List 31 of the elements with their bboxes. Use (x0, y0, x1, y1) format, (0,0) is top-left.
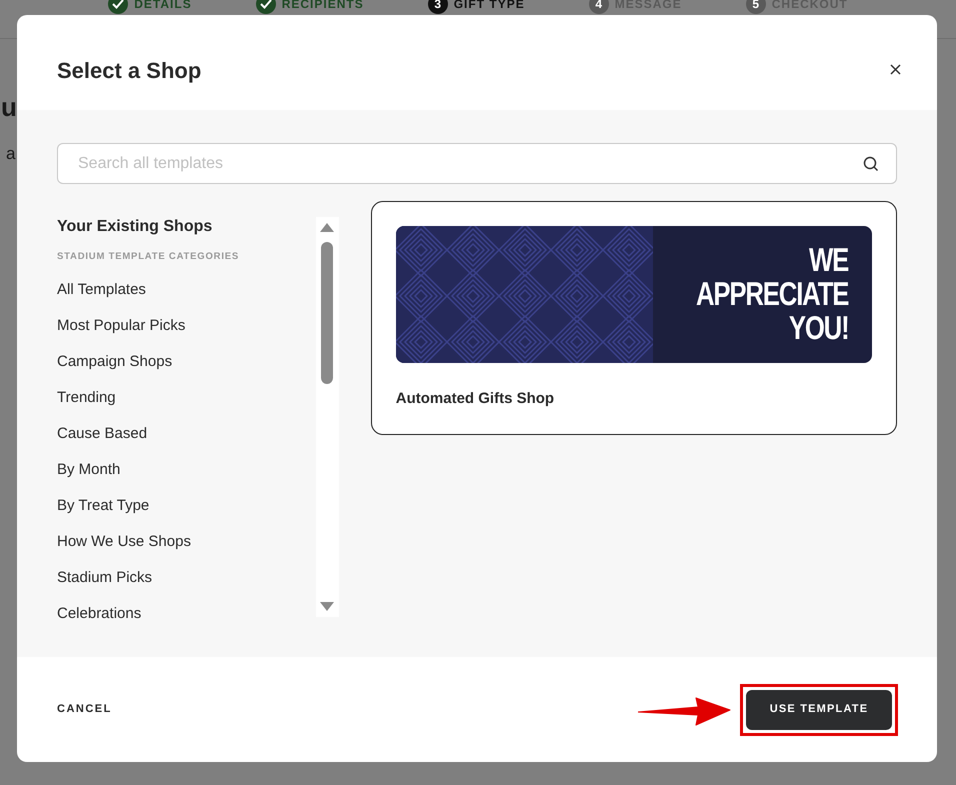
template-card[interactable]: WE APPRECIATE YOU! Automated Gifts Shop (370, 201, 897, 435)
scrollbar[interactable] (316, 217, 339, 617)
scroll-up-icon[interactable] (320, 223, 334, 232)
banner-text: APPRECIATE (696, 277, 848, 312)
use-template-button[interactable]: USE TEMPLATE (746, 690, 892, 730)
banner-text: WE (808, 243, 848, 278)
page-text: a (6, 143, 16, 165)
step-number: 5 (746, 0, 766, 14)
template-name: Automated Gifts Shop (396, 388, 556, 408)
search-icon (863, 156, 879, 172)
banner-text: YOU! (788, 311, 848, 346)
search-field[interactable]: Search all templates (57, 143, 897, 184)
scroll-down-icon[interactable] (320, 602, 334, 611)
page-heading: u (1, 91, 17, 124)
category-item[interactable]: All Templates (57, 279, 316, 302)
category-item[interactable]: By Treat Type (57, 495, 316, 518)
category-item[interactable]: Celebrations (57, 603, 316, 626)
step-number: 4 (588, 0, 609, 14)
cancel-button[interactable]: CANCEL (57, 701, 112, 718)
category-item[interactable]: Cause Based (57, 423, 316, 446)
modal-title: Select a Shop (57, 57, 202, 85)
category-item[interactable]: By Month (57, 459, 316, 482)
close-icon[interactable] (890, 64, 901, 75)
category-item[interactable]: Most Popular Picks (57, 315, 316, 338)
category-item[interactable]: Stadium Picks (57, 567, 316, 590)
sidebar-link[interactable]: Your Existing Shops (57, 217, 316, 236)
category-item[interactable]: How We Use Shops (57, 531, 316, 554)
scrollbar-thumb[interactable] (321, 242, 334, 384)
category-item[interactable]: Trending (57, 387, 316, 410)
category-item[interactable]: Campaign Shops (57, 351, 316, 374)
section-label: STADIUM TEMPLATE CATEGORIES (57, 250, 240, 264)
